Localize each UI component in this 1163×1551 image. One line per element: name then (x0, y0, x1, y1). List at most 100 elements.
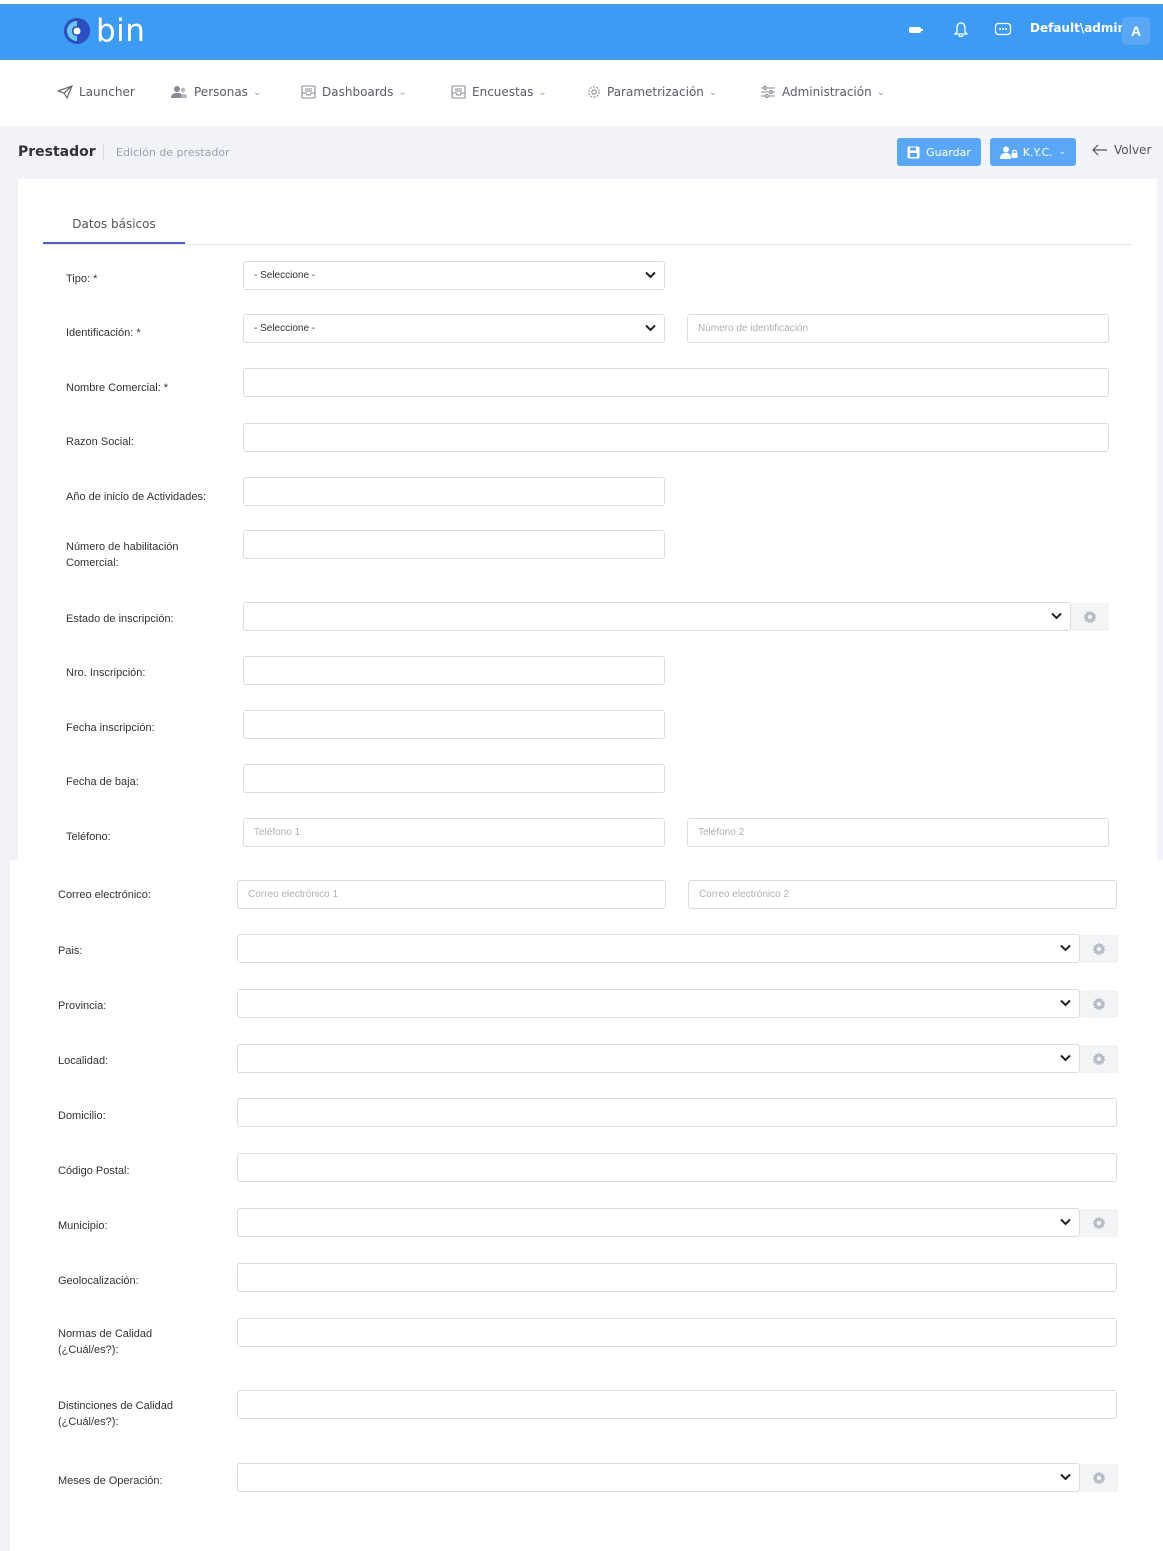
inbox-icon (301, 85, 316, 99)
estado-inscripcion-settings-button[interactable] (1071, 603, 1109, 631)
nav-label-parametrizacion: Parametrización (607, 85, 704, 99)
nav-item-dashboards[interactable]: Dashboards ⌄ (301, 85, 407, 99)
habilitacion-input[interactable] (243, 530, 665, 559)
main-nav: Launcher Personas ⌄ Dashboards ⌄ Encuest… (0, 60, 1163, 126)
nro-inscripcion-input[interactable] (243, 656, 665, 685)
correo-2-input[interactable]: Correo electrónico 2 (688, 880, 1117, 909)
gear-icon (1083, 610, 1097, 624)
users-icon (171, 86, 187, 98)
nav-item-launcher[interactable]: Launcher (57, 85, 135, 99)
chevron-down-icon: ⌄ (1058, 147, 1067, 157)
paper-plane-icon (57, 85, 73, 99)
distinciones-input[interactable] (237, 1390, 1117, 1419)
app-logo[interactable]: bin (62, 11, 145, 51)
tipo-select[interactable]: - Seleccione - (243, 261, 665, 290)
distinciones-label-line2: (¿Cuál/es?): (58, 1416, 119, 1428)
title-divider (103, 144, 104, 160)
tab-datos-basicos[interactable]: Datos básicos (43, 207, 185, 244)
chevron-down-icon (1060, 944, 1071, 952)
sliders-icon (761, 86, 775, 98)
chevron-down-icon (1051, 612, 1062, 620)
provincia-select[interactable] (237, 989, 1080, 1018)
identificacion-select-value: - Seleccione - (254, 323, 316, 334)
avatar[interactable]: A (1122, 17, 1150, 45)
battery-icon[interactable] (908, 20, 924, 40)
chevron-down-icon (1060, 1473, 1071, 1481)
nav-label-personas: Personas (194, 85, 248, 99)
save-button[interactable]: Guardar (897, 138, 981, 166)
fecha-baja-input[interactable] (243, 764, 665, 793)
nav-item-personas[interactable]: Personas ⌄ (170, 85, 261, 99)
estado-inscripcion-label: Estado de inscripción: (66, 613, 174, 625)
provincia-label: Provincia: (58, 1000, 107, 1012)
telefono-1-input[interactable]: Teléfono 1 (243, 818, 665, 847)
top-bar: bin Default\admin A (0, 4, 1163, 60)
provincia-settings-button[interactable] (1080, 990, 1118, 1018)
user-name[interactable]: Default\admin (1030, 21, 1126, 35)
page-title: Prestador (18, 144, 96, 160)
normas-label-line1: Normas de Calidad (58, 1328, 153, 1340)
geolocalizacion-input[interactable] (237, 1263, 1117, 1292)
telefono-1-placeholder: Teléfono 1 (254, 827, 301, 838)
back-button[interactable]: Volver (1092, 143, 1151, 157)
form-continuation (0, 860, 1163, 1551)
municipio-settings-button[interactable] (1080, 1209, 1118, 1237)
telefono-2-input[interactable]: Teléfono 2 (687, 818, 1109, 847)
arrow-left-icon (1092, 144, 1107, 156)
estado-inscripcion-select[interactable] (243, 602, 1071, 631)
distinciones-label-line1: Distinciones de Calidad (58, 1400, 173, 1412)
nav-item-administracion[interactable]: Administración ⌄ (760, 85, 885, 99)
fecha-inscripcion-input[interactable] (243, 710, 665, 739)
nav-label-encuestas: Encuestas (472, 85, 534, 99)
anio-inicio-label: Año de inicio de Actividades: (66, 491, 207, 503)
gear-icon (588, 86, 600, 98)
distinciones-label: Distinciones de Calidad (¿Cuál/es?): (58, 1398, 173, 1430)
chat-icon[interactable] (994, 20, 1012, 40)
normas-label-line2: (¿Cuál/es?): (58, 1344, 119, 1356)
chevron-down-icon: ⌄ (708, 86, 718, 98)
normas-input[interactable] (237, 1318, 1117, 1347)
razon-social-label: Razon Social: (66, 436, 134, 448)
meses-operacion-select[interactable] (237, 1463, 1080, 1492)
localidad-select[interactable] (237, 1044, 1080, 1073)
chevron-down-icon (1060, 1218, 1071, 1226)
identificacion-number-input[interactable]: Número de identificación (687, 314, 1109, 343)
bell-icon[interactable] (954, 20, 968, 40)
habilitacion-label-line2: Comercial: (66, 557, 119, 569)
identificacion-type-select[interactable]: - Seleccione - (243, 314, 665, 343)
kyc-button[interactable]: K.Y.C. ⌄ (990, 138, 1076, 166)
tipo-label: Tipo: * (66, 273, 98, 285)
left-edge (0, 860, 10, 1551)
codigo-postal-input[interactable] (237, 1153, 1117, 1182)
codigo-postal-label: Código Postal: (58, 1165, 130, 1177)
nombre-comercial-input[interactable] (243, 368, 1109, 397)
tipo-select-value: - Seleccione - (254, 270, 316, 281)
domicilio-input[interactable] (237, 1098, 1117, 1127)
meses-operacion-settings-button[interactable] (1080, 1464, 1118, 1492)
pais-settings-button[interactable] (1080, 935, 1118, 963)
municipio-select[interactable] (237, 1208, 1080, 1237)
back-button-label: Volver (1114, 143, 1152, 157)
gear-icon (1092, 997, 1106, 1011)
gear-icon (1092, 942, 1106, 956)
identificacion-number-placeholder: Número de identificación (698, 323, 809, 334)
telefono-label: Teléfono: (66, 831, 111, 843)
nav-item-parametrizacion[interactable]: Parametrización ⌄ (587, 85, 717, 99)
habilitacion-label-line1: Número de habilitación (66, 541, 179, 553)
chevron-down-icon: ⌄ (252, 86, 262, 98)
nav-item-encuestas[interactable]: Encuestas ⌄ (451, 85, 547, 99)
localidad-label: Localidad: (58, 1055, 109, 1067)
razon-social-input[interactable] (243, 423, 1109, 452)
pais-select[interactable] (237, 934, 1080, 963)
anio-inicio-input[interactable] (243, 477, 665, 506)
localidad-settings-button[interactable] (1080, 1045, 1118, 1073)
correo-1-input[interactable]: Correo electrónico 1 (237, 880, 666, 909)
pin-logo-icon (62, 16, 92, 46)
chevron-down-icon: ⌄ (398, 86, 407, 98)
gear-icon (1092, 1471, 1106, 1485)
municipio-label: Municipio: (58, 1220, 108, 1232)
nav-label-dashboards: Dashboards (322, 85, 394, 99)
chevron-down-icon: ⌄ (538, 86, 547, 98)
nav-label-launcher: Launcher (79, 85, 135, 99)
meses-operacion-label: Meses de Operación: (58, 1475, 163, 1487)
